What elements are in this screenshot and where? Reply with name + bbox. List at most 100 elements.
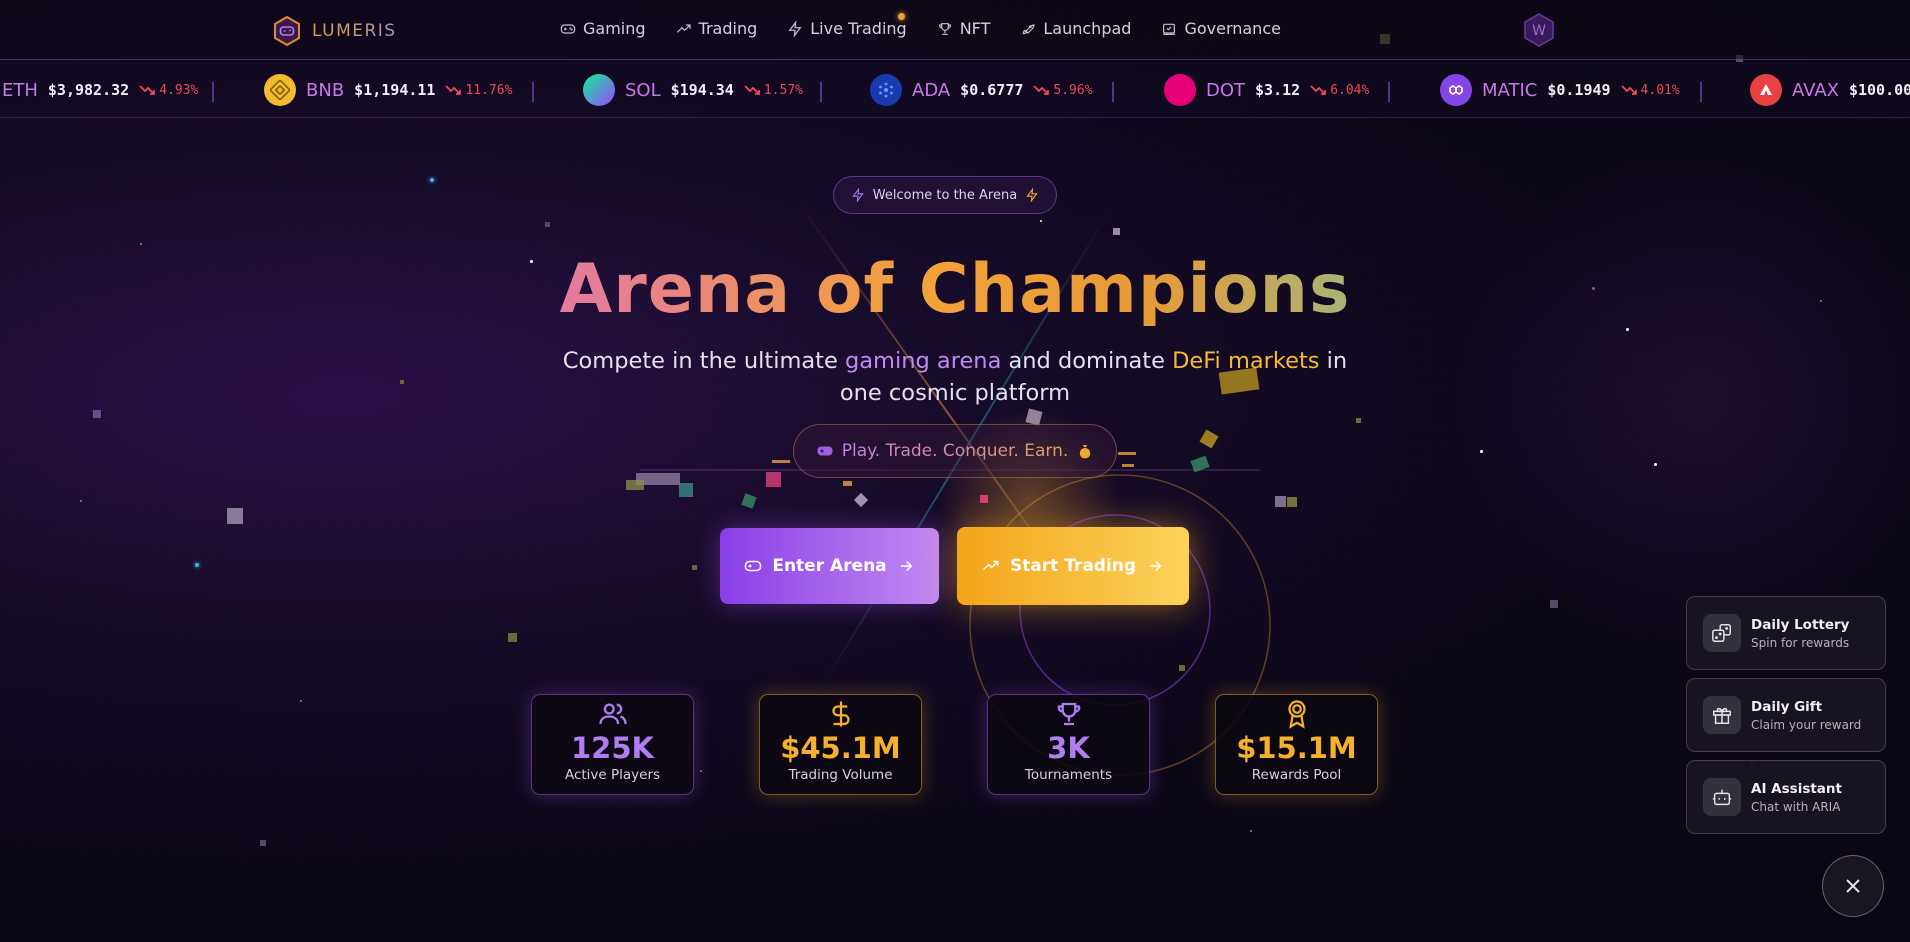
ticker-separator (1388, 82, 1390, 102)
ticker-symbol: DOT (1206, 79, 1246, 101)
ticker-change: 4.93% (139, 83, 198, 98)
ticker-item-ada[interactable]: ADA $0.6777 5.96% (870, 62, 1093, 117)
ticker-separator (1700, 82, 1702, 102)
close-icon (1846, 879, 1860, 893)
nav-item-gaming[interactable]: Gaming (560, 19, 646, 38)
ticker-separator (820, 82, 822, 102)
stat-label: Tournaments (1024, 767, 1113, 783)
stat-label: Active Players (564, 767, 661, 783)
top-navbar: LUMERIS Gaming Trading Live Trading NFT … (0, 0, 1910, 60)
ticker-item-eth[interactable]: ETH $3,982.32 4.93% (2, 62, 198, 117)
stat-value: 3K (1047, 731, 1090, 765)
widget-subtitle: Claim your reward (1751, 717, 1862, 732)
dice-icon (1712, 624, 1731, 642)
nav-item-trading[interactable]: Trading (676, 19, 758, 38)
stat-card-active-players: 125K Active Players (531, 694, 694, 795)
nav-label-gaming: Gaming (583, 19, 646, 38)
ticker-change: 6.04% (1310, 83, 1369, 98)
brand-logo-link[interactable]: LUMERIS (272, 16, 397, 46)
ticker-separator (532, 82, 534, 102)
users-icon (598, 703, 627, 725)
ticker-item-sol[interactable]: SOL $194.34 1.57% (583, 62, 803, 117)
trending-up-icon (982, 560, 999, 571)
stat-card-tournaments: 3K Tournaments (987, 694, 1150, 795)
notification-dot (898, 13, 905, 20)
stat-value: $15.1M (1236, 731, 1357, 765)
nav-label-governance: Governance (1184, 19, 1281, 38)
ticker-price: $3,982.32 (47, 81, 130, 99)
bot-icon (1712, 789, 1732, 806)
hero-title: Arena of Champions (0, 250, 1910, 329)
award-icon (1287, 700, 1306, 729)
ticker-item-bnb[interactable]: BNB $1,194.11 11.76% (264, 62, 512, 117)
ai-assistant-widget[interactable]: AI Assistant Chat with ARIA (1686, 760, 1886, 834)
highlight-defi-markets: DeFi markets (1172, 348, 1320, 374)
widget-title: AI Assistant (1751, 780, 1842, 797)
widget-subtitle: Chat with ARIA (1751, 799, 1841, 814)
rocket-icon (1023, 23, 1035, 34)
ticker-symbol: ADA (912, 79, 951, 101)
money-bag-icon (1080, 445, 1091, 459)
trending-down-icon (139, 85, 156, 95)
stat-card-trading-volume: $45.1M Trading Volume (759, 694, 922, 795)
sol-coin-icon (583, 74, 615, 106)
hero-subtitle: Compete in the ultimate gaming arena and… (562, 348, 1348, 406)
ticker-item-avax[interactable]: AVAX $100.00 (1750, 62, 1910, 117)
ticker-change: 1.57% (744, 83, 803, 98)
zap-icon (1026, 188, 1038, 202)
ticker-symbol: SOL (625, 79, 661, 101)
ticker-change: 11.76% (445, 83, 512, 98)
ticker-change: 5.96% (1033, 83, 1093, 98)
nav-item-nft[interactable]: NFT (937, 19, 991, 38)
daily-gift-widget[interactable]: Daily Gift Claim your reward (1686, 678, 1886, 752)
ticker-price: $3.12 (1255, 81, 1301, 99)
widget-subtitle: Spin for rewards (1751, 635, 1850, 650)
trending-down-icon (744, 85, 760, 95)
wallet-button[interactable]: W (1522, 13, 1556, 47)
svg-text:W: W (1532, 23, 1546, 39)
gift-icon (1713, 707, 1731, 724)
arrow-right-icon (1149, 560, 1162, 572)
gamepad-icon (817, 446, 833, 456)
trending-down-icon (1033, 85, 1050, 95)
hexagon-wallet-icon: W (1524, 13, 1554, 47)
side-icon-box (1703, 614, 1741, 652)
stat-value: $45.1M (780, 731, 901, 765)
gamepad-icon (745, 560, 762, 572)
stat-label: Rewards Pool (1251, 767, 1342, 783)
enter-arena-button[interactable]: Enter Arena (720, 528, 939, 604)
ticker-separator (1112, 82, 1114, 102)
side-icon-box (1703, 696, 1741, 734)
tagline-text: Play. Trade. Conquer. Earn. (841, 441, 1069, 461)
ticker-change: 4.01% (1620, 83, 1680, 98)
nav-item-launchpad[interactable]: Launchpad (1020, 19, 1131, 38)
ticker-price: $0.6777 (960, 81, 1024, 99)
welcome-badge: Welcome to the Arena (833, 176, 1057, 214)
stat-card-rewards-pool: $15.1M Rewards Pool (1215, 694, 1378, 795)
brand-name: LUMERIS (312, 21, 397, 41)
trending-up-icon (676, 23, 691, 33)
nav-item-governance[interactable]: Governance (1161, 19, 1281, 38)
start-trading-button[interactable]: Start Trading (957, 527, 1189, 605)
ticker-price: $194.34 (670, 81, 734, 99)
nav-item-live-trading[interactable]: Live Trading (787, 19, 907, 38)
trophy-icon (938, 22, 951, 35)
nav-label-nft: NFT (959, 19, 991, 38)
zap-icon (788, 20, 802, 37)
ticker-item-dot[interactable]: DOT $3.12 6.04% (1164, 62, 1369, 117)
avax-coin-icon (1750, 74, 1782, 106)
vote-icon (1163, 23, 1176, 35)
ticker-price: $1,194.11 (354, 81, 436, 99)
ticker-symbol: MATIC (1482, 79, 1538, 101)
daily-lottery-widget[interactable]: Daily Lottery Spin for rewards (1686, 596, 1886, 670)
ticker-symbol: AVAX (1792, 79, 1839, 101)
ticker-symbol: BNB (306, 79, 345, 101)
price-ticker: ETH $3,982.32 4.93% BNB $1,194.11 11.76%… (0, 62, 1910, 118)
start-trading-label: Start Trading (1009, 556, 1137, 576)
ticker-price: $0.1949 (1547, 81, 1611, 99)
gamepad-icon (560, 23, 576, 34)
close-widgets-button[interactable] (1822, 855, 1884, 917)
nav-label-trading: Trading (698, 19, 758, 38)
ticker-item-matic[interactable]: MATIC $0.1949 4.01% (1440, 62, 1680, 117)
highlight-gaming-arena: gaming arena (844, 348, 1002, 374)
